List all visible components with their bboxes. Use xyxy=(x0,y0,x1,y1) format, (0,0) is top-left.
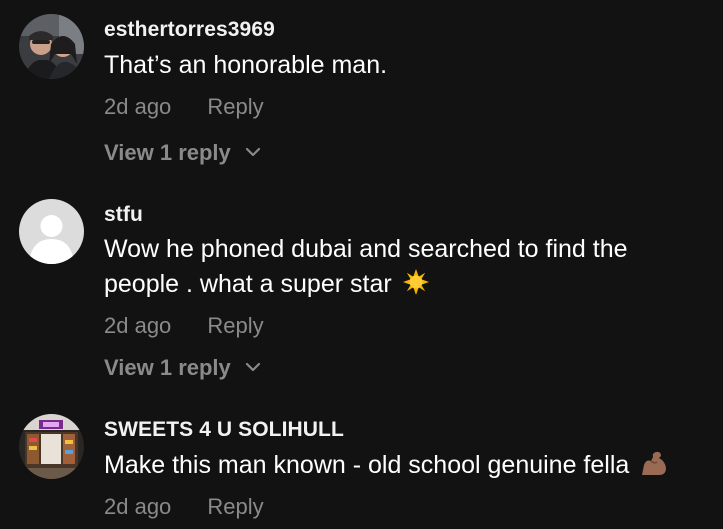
shop-photo-avatar-icon xyxy=(19,414,84,479)
comment-username[interactable]: esthertorres3969 xyxy=(104,18,275,42)
comment-text: Wow he phoned dubai and searched to find… xyxy=(104,232,704,302)
comment-text-body: Make this man known - old school genuine… xyxy=(104,451,630,479)
chevron-down-icon xyxy=(245,148,261,157)
photo-avatar-icon xyxy=(19,14,84,79)
comment-meta: 2d ago Reply xyxy=(104,94,264,120)
chevron-down-icon xyxy=(245,363,261,372)
flexed-biceps-emoji-icon xyxy=(642,452,667,476)
comment-username[interactable]: stfu xyxy=(104,203,143,227)
comment-text: That’s an honorable man. xyxy=(104,48,704,83)
view-replies-label: View 1 reply xyxy=(104,140,231,165)
avatar[interactable] xyxy=(19,199,84,264)
comment-text-body: That’s an honorable man. xyxy=(104,51,388,79)
avatar[interactable] xyxy=(19,14,84,79)
comment-text-body: Wow he phoned dubai and searched to find… xyxy=(104,235,628,298)
reply-button[interactable]: Reply xyxy=(207,94,263,120)
view-replies-label: View 1 reply xyxy=(104,355,231,380)
sun-emoji-icon xyxy=(402,269,429,296)
comment-timestamp: 2d ago xyxy=(104,494,172,519)
comment-text: Make this man known - old school genuine… xyxy=(104,448,704,483)
view-replies-button[interactable]: View 1 reply xyxy=(104,140,261,166)
view-replies-button[interactable]: View 1 reply xyxy=(104,355,261,381)
comment-username[interactable]: SWEETS 4 U SOLIHULL xyxy=(104,418,344,442)
reply-button[interactable]: Reply xyxy=(207,313,263,339)
comment-timestamp: 2d ago xyxy=(104,94,172,119)
default-avatar-icon xyxy=(19,199,84,264)
comment-meta: 2d ago Reply xyxy=(104,313,264,339)
comment-timestamp: 2d ago xyxy=(104,313,172,338)
reply-button[interactable]: Reply xyxy=(207,494,263,520)
comment-meta: 2d ago Reply xyxy=(104,494,264,520)
avatar[interactable] xyxy=(19,414,84,479)
